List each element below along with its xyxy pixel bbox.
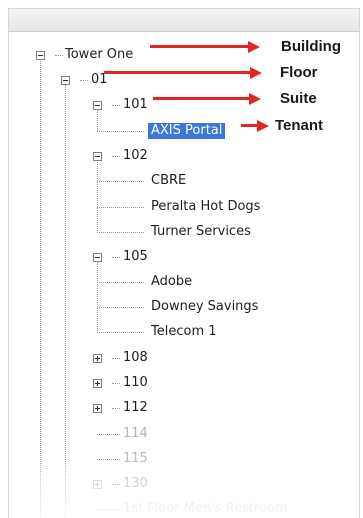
suite-arrow-icon: [153, 93, 261, 105]
tree-node-tenant[interactable]: Telecom 1: [151, 324, 217, 340]
collapse-toggle-icon[interactable]: [36, 51, 45, 60]
tree-branch: [55, 55, 63, 56]
annotation-building: Building: [281, 38, 341, 55]
tree-branch: [97, 509, 120, 510]
tree-branch: [97, 131, 144, 132]
location-tree: Tower One 01 101 AXIS Portal 102 CBRE Pe…: [9, 9, 359, 518]
tree-node-suite[interactable]: 101: [123, 97, 148, 113]
tree-line-suite-105: [97, 258, 98, 333]
tree-branch: [97, 207, 144, 208]
expand-toggle-icon[interactable]: [93, 379, 102, 388]
tree-node-tenant[interactable]: Turner Services: [151, 224, 251, 240]
tree-line-floor: [65, 81, 66, 518]
annotation-suite: Suite: [280, 90, 317, 107]
tree-branch: [112, 105, 120, 106]
tree-node-tenant[interactable]: Downey Savings: [151, 299, 258, 315]
tree-branch: [97, 307, 144, 308]
collapse-toggle-icon[interactable]: [93, 101, 102, 110]
expand-toggle-icon[interactable]: [93, 480, 102, 489]
tree-node-suite[interactable]: 114: [123, 426, 148, 442]
tree-line-root: [40, 56, 41, 518]
tree-branch: [80, 80, 88, 81]
tree-node-suite[interactable]: 102: [123, 148, 148, 164]
expand-toggle-icon[interactable]: [93, 404, 102, 413]
collapse-toggle-icon[interactable]: [61, 76, 70, 85]
tree-branch: [112, 156, 120, 157]
tree-branch: [97, 459, 120, 460]
tree-branch: [97, 282, 144, 283]
expand-toggle-icon[interactable]: [93, 354, 102, 363]
tree-node-suite[interactable]: 110: [123, 375, 148, 391]
tree-node-tenant-selected[interactable]: AXIS Portal: [148, 123, 226, 139]
tree-branch: [97, 181, 144, 182]
tree-node-tenant[interactable]: CBRE: [151, 173, 186, 189]
floor-arrow-icon: [104, 67, 262, 79]
tree-node-tenant[interactable]: Peralta Hot Dogs: [151, 199, 260, 215]
tree-node-suite[interactable]: 105: [123, 249, 148, 265]
tree-line-suite-102: [97, 157, 98, 233]
tree-node-suite[interactable]: 115: [123, 451, 148, 467]
tree-node-tenant[interactable]: Adobe: [151, 274, 192, 290]
tree-branch: [112, 257, 120, 258]
tree-node-suite[interactable]: 112: [123, 400, 148, 416]
tree-branch: [97, 232, 144, 233]
collapse-toggle-icon[interactable]: [93, 253, 102, 262]
collapse-toggle-icon[interactable]: [93, 152, 102, 161]
tree-node-building[interactable]: Tower One: [65, 47, 133, 63]
tree-branch: [97, 434, 120, 435]
annotation-floor: Floor: [280, 64, 318, 81]
tree-branch: [112, 383, 120, 384]
tree-node-room[interactable]: 1st Floor Men's Restroom: [123, 501, 288, 517]
tree-panel: Tower One 01 101 AXIS Portal 102 CBRE Pe…: [8, 8, 360, 518]
tenant-arrow-icon: [241, 120, 269, 132]
building-arrow-icon: [150, 41, 260, 53]
tree-node-suite[interactable]: 130: [123, 476, 148, 492]
tree-branch: [112, 358, 120, 359]
tree-branch: [97, 332, 144, 333]
tree-node-suite[interactable]: 108: [123, 350, 148, 366]
annotation-tenant: Tenant: [275, 117, 324, 134]
tree-branch: [112, 408, 120, 409]
tree-branch: [112, 484, 120, 485]
